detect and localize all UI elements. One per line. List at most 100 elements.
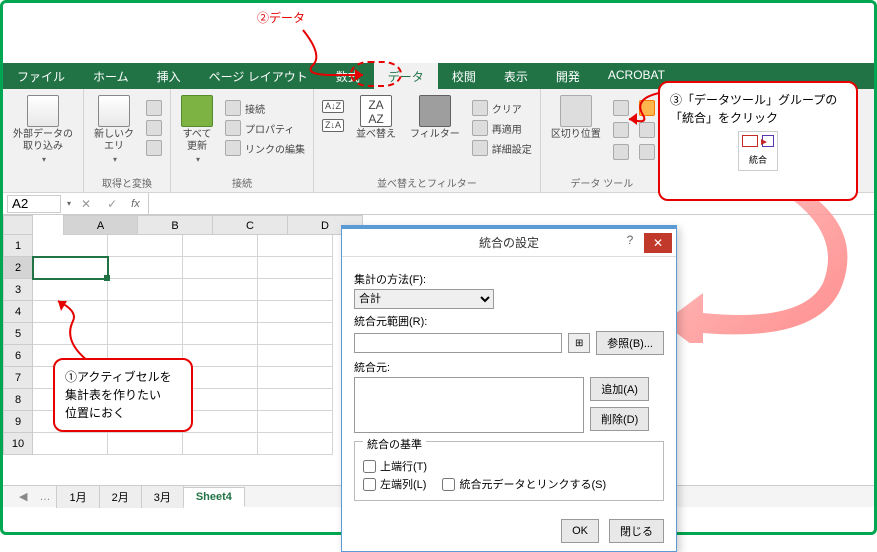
tab-data[interactable]: データ [374,63,438,89]
row-header-2[interactable]: 2 [3,257,33,279]
cell-A5[interactable] [33,323,108,345]
link-checkbox[interactable] [442,478,455,491]
row-header-1[interactable]: 1 [3,235,33,257]
cell-A10[interactable] [33,433,108,455]
show-queries-button[interactable] [144,99,164,117]
recent-sources-button[interactable] [144,139,164,157]
sheet-tab-2[interactable]: 2月 [99,485,142,508]
cell-C1[interactable] [183,235,258,257]
cell-B5[interactable] [108,323,183,345]
cell-D1[interactable] [258,235,333,257]
source-range-input[interactable] [354,333,562,353]
cancel-formula-button[interactable]: ✕ [75,197,97,211]
cell-D9[interactable] [258,411,333,433]
dialog-help-button[interactable]: ? [618,233,642,253]
connections-button[interactable]: 接続 [223,99,307,117]
tab-formulas[interactable]: 数式 [322,63,374,89]
advanced-filter-button[interactable]: 詳細設定 [470,139,534,157]
consolidate-button[interactable] [637,99,657,117]
fx-button[interactable]: fx [127,198,144,210]
name-box[interactable] [7,195,61,213]
cell-C4[interactable] [183,301,258,323]
cancel-button[interactable]: 閉じる [609,519,664,543]
sheet-nav-dots[interactable]: … [33,491,56,503]
cell-D10[interactable] [258,433,333,455]
reapply-button[interactable]: 再適用 [470,119,534,137]
col-header-B[interactable]: B [138,215,213,235]
dialog-close-button[interactable]: ✕ [644,233,672,253]
cell-C5[interactable] [183,323,258,345]
ok-button[interactable]: OK [561,519,599,543]
enter-formula-button[interactable]: ✓ [101,197,123,211]
top-row-checkbox-label[interactable]: 上端行(T) [363,458,427,474]
text-to-columns-button[interactable]: 区切り位置 [547,93,605,143]
refedit-button[interactable]: ⊞ [568,333,590,353]
row-header-5[interactable]: 5 [3,323,33,345]
sort-desc-button[interactable]: Z↓A [320,118,346,133]
tab-home[interactable]: ホーム [79,63,143,89]
cell-B4[interactable] [108,301,183,323]
sources-listbox[interactable] [354,377,584,433]
sort-asc-button[interactable]: A↓Z [320,99,346,114]
manage-model-button[interactable] [637,143,657,161]
row-header-4[interactable]: 4 [3,301,33,323]
cell-C9[interactable] [183,411,258,433]
cell-A3[interactable] [33,279,108,301]
row-header-6[interactable]: 6 [3,345,33,367]
col-header-C[interactable]: C [213,215,288,235]
cell-A2[interactable] [33,257,108,279]
refresh-all-button[interactable]: すべて 更新▾ [177,93,217,166]
dialog-titlebar[interactable]: 統合の設定 ? ✕ [342,229,676,257]
sheet-tab-3[interactable]: 3月 [141,485,184,508]
tab-insert[interactable]: 挿入 [143,63,195,89]
flash-fill-button[interactable] [611,99,631,117]
cell-D7[interactable] [258,367,333,389]
sort-button[interactable]: ZAAZ 並べ替え [352,93,400,143]
row-header-10[interactable]: 10 [3,433,33,455]
cell-C6[interactable] [183,345,258,367]
method-select[interactable]: 合計 [354,289,494,309]
cell-B3[interactable] [108,279,183,301]
cell-C7[interactable] [183,367,258,389]
cell-A1[interactable] [33,235,108,257]
row-header-7[interactable]: 7 [3,367,33,389]
cell-D8[interactable] [258,389,333,411]
data-validation-button[interactable] [611,143,631,161]
properties-button[interactable]: プロパティ [223,119,307,137]
cell-C8[interactable] [183,389,258,411]
cell-C2[interactable] [183,257,258,279]
tab-pagelayout[interactable]: ページ レイアウト [195,63,322,89]
row-header-8[interactable]: 8 [3,389,33,411]
edit-links-button[interactable]: リンクの編集 [223,139,307,157]
get-external-data-button[interactable]: 外部データの 取り込み▾ [9,93,77,166]
namebox-dropdown[interactable]: ▾ [67,199,71,208]
add-button[interactable]: 追加(A) [590,377,649,401]
select-all-triangle[interactable] [3,215,33,235]
cell-B10[interactable] [108,433,183,455]
row-header-9[interactable]: 9 [3,411,33,433]
sheet-nav-prev[interactable]: ◀ [13,490,33,503]
cell-D3[interactable] [258,279,333,301]
tab-developer[interactable]: 開発 [542,63,594,89]
cell-A4[interactable] [33,301,108,323]
cell-B1[interactable] [108,235,183,257]
left-col-checkbox[interactable] [363,478,376,491]
col-header-A[interactable]: A [63,215,138,235]
clear-filter-button[interactable]: クリア [470,99,534,117]
remove-duplicates-button[interactable] [611,121,631,139]
cell-D4[interactable] [258,301,333,323]
cell-D5[interactable] [258,323,333,345]
link-checkbox-label[interactable]: 統合元データとリンクする(S) [442,476,606,492]
tab-file[interactable]: ファイル [3,63,79,89]
new-query-button[interactable]: 新しいク エリ▾ [90,93,138,166]
cell-C3[interactable] [183,279,258,301]
relationships-button[interactable] [637,121,657,139]
sheet-tab-1[interactable]: 1月 [56,485,99,508]
cell-C10[interactable] [183,433,258,455]
cell-D6[interactable] [258,345,333,367]
cell-D2[interactable] [258,257,333,279]
from-table-button[interactable] [144,119,164,137]
tab-review[interactable]: 校閲 [438,63,490,89]
tab-view[interactable]: 表示 [490,63,542,89]
delete-button[interactable]: 削除(D) [590,407,649,431]
